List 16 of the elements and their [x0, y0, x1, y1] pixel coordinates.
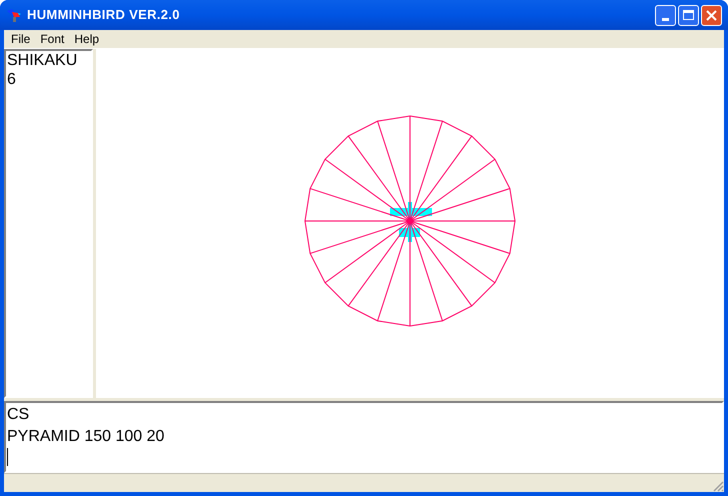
- command-line: CS: [7, 405, 30, 425]
- close-icon: [706, 10, 717, 20]
- menu-item[interactable]: Font: [35, 30, 70, 48]
- bird-icon: [6, 7, 22, 23]
- text-cursor: [7, 448, 8, 466]
- menu-item[interactable]: File: [6, 30, 36, 48]
- command-field[interactable]: CS PYRAMID 150 100 20: [4, 401, 724, 473]
- close-button[interactable]: [701, 4, 722, 26]
- resize-grip-icon: [712, 480, 724, 492]
- info-text: SHIKAKU: [7, 51, 78, 70]
- menu-item[interactable]: Help: [69, 30, 104, 48]
- window-title: HUMMINHBIRD VER.2.0: [27, 6, 180, 24]
- maximize-button[interactable]: [678, 4, 699, 26]
- command-line: PYRAMID 150 100 20: [7, 427, 166, 447]
- minimize-button[interactable]: [655, 4, 676, 26]
- info-text: 6: [7, 70, 17, 89]
